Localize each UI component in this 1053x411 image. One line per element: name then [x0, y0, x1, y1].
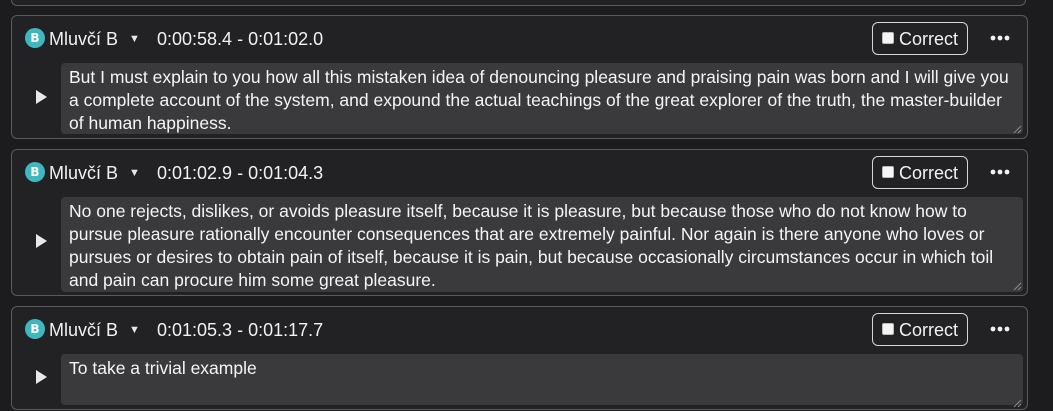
play-icon[interactable]: [30, 366, 52, 388]
segment-text-input[interactable]: To take a trivial example: [61, 354, 1023, 405]
speaker-avatar: B: [25, 162, 45, 182]
speaker-name[interactable]: Mluvčí B: [49, 28, 118, 50]
correct-label: Correct: [899, 29, 959, 49]
speaker-name[interactable]: Mluvčí B: [49, 319, 118, 341]
correct-toggle-button[interactable]: Correct: [872, 156, 968, 189]
resize-grip-icon[interactable]: [1012, 281, 1022, 291]
transcript-editor: B Mluvčí B ▼ 0:00:58.4 - 0:01:02.0 Corre…: [0, 0, 1053, 411]
play-icon[interactable]: [30, 86, 52, 108]
more-options-button[interactable]: [986, 317, 1014, 341]
segment-header: B Mluvčí B ▼ 0:00:58.4 - 0:01:02.0 Corre…: [12, 16, 1027, 62]
more-horizontal-icon[interactable]: [986, 160, 1014, 184]
caret-down-icon[interactable]: ▼: [129, 29, 140, 49]
speaker-name[interactable]: Mluvčí B: [49, 162, 118, 184]
play-button[interactable]: [30, 230, 52, 252]
caret-down-icon[interactable]: ▼: [129, 163, 140, 183]
segment-time-range: 0:01:05.3 - 0:01:17.7: [157, 320, 324, 340]
checkbox-unchecked-icon[interactable]: [882, 323, 894, 335]
caret-down-icon[interactable]: ▼: [129, 320, 140, 340]
play-icon[interactable]: [30, 230, 52, 252]
correct-toggle-button[interactable]: Correct: [872, 22, 968, 55]
segment-header: B Mluvčí B ▼ 0:01:02.9 - 0:01:04.3 Corre…: [12, 150, 1027, 196]
previous-segment-card: [11, 0, 1026, 6]
more-horizontal-icon[interactable]: [986, 317, 1014, 341]
correct-label: Correct: [899, 320, 959, 340]
transcript-segment: B Mluvčí B ▼ 0:01:05.3 - 0:01:17.7 Corre…: [11, 306, 1028, 410]
transcript-segment: B Mluvčí B ▼ 0:00:58.4 - 0:01:02.0 Corre…: [11, 15, 1028, 139]
resize-grip-icon[interactable]: [1012, 398, 1022, 408]
more-options-button[interactable]: [986, 26, 1014, 50]
play-button[interactable]: [30, 86, 52, 108]
segment-time-range: 0:01:02.9 - 0:01:04.3: [157, 163, 324, 183]
segment-time-range: 0:00:58.4 - 0:01:02.0: [157, 29, 324, 49]
speaker-avatar: B: [25, 28, 45, 48]
segment-header: B Mluvčí B ▼ 0:01:05.3 - 0:01:17.7 Corre…: [12, 307, 1027, 353]
segment-text-input[interactable]: No one rejects, dislikes, or avoids plea…: [61, 197, 1023, 292]
correct-toggle-button[interactable]: Correct: [872, 313, 968, 346]
resize-grip-icon[interactable]: [1012, 124, 1022, 134]
segment-text-input[interactable]: But I must explain to you how all this m…: [61, 63, 1023, 134]
play-button[interactable]: [30, 366, 52, 388]
more-options-button[interactable]: [986, 160, 1014, 184]
speaker-avatar: B: [25, 319, 45, 339]
transcript-segment: B Mluvčí B ▼ 0:01:02.9 - 0:01:04.3 Corre…: [11, 149, 1028, 296]
correct-label: Correct: [899, 163, 959, 183]
checkbox-unchecked-icon[interactable]: [882, 166, 894, 178]
more-horizontal-icon[interactable]: [986, 26, 1014, 50]
checkbox-unchecked-icon[interactable]: [882, 32, 894, 44]
